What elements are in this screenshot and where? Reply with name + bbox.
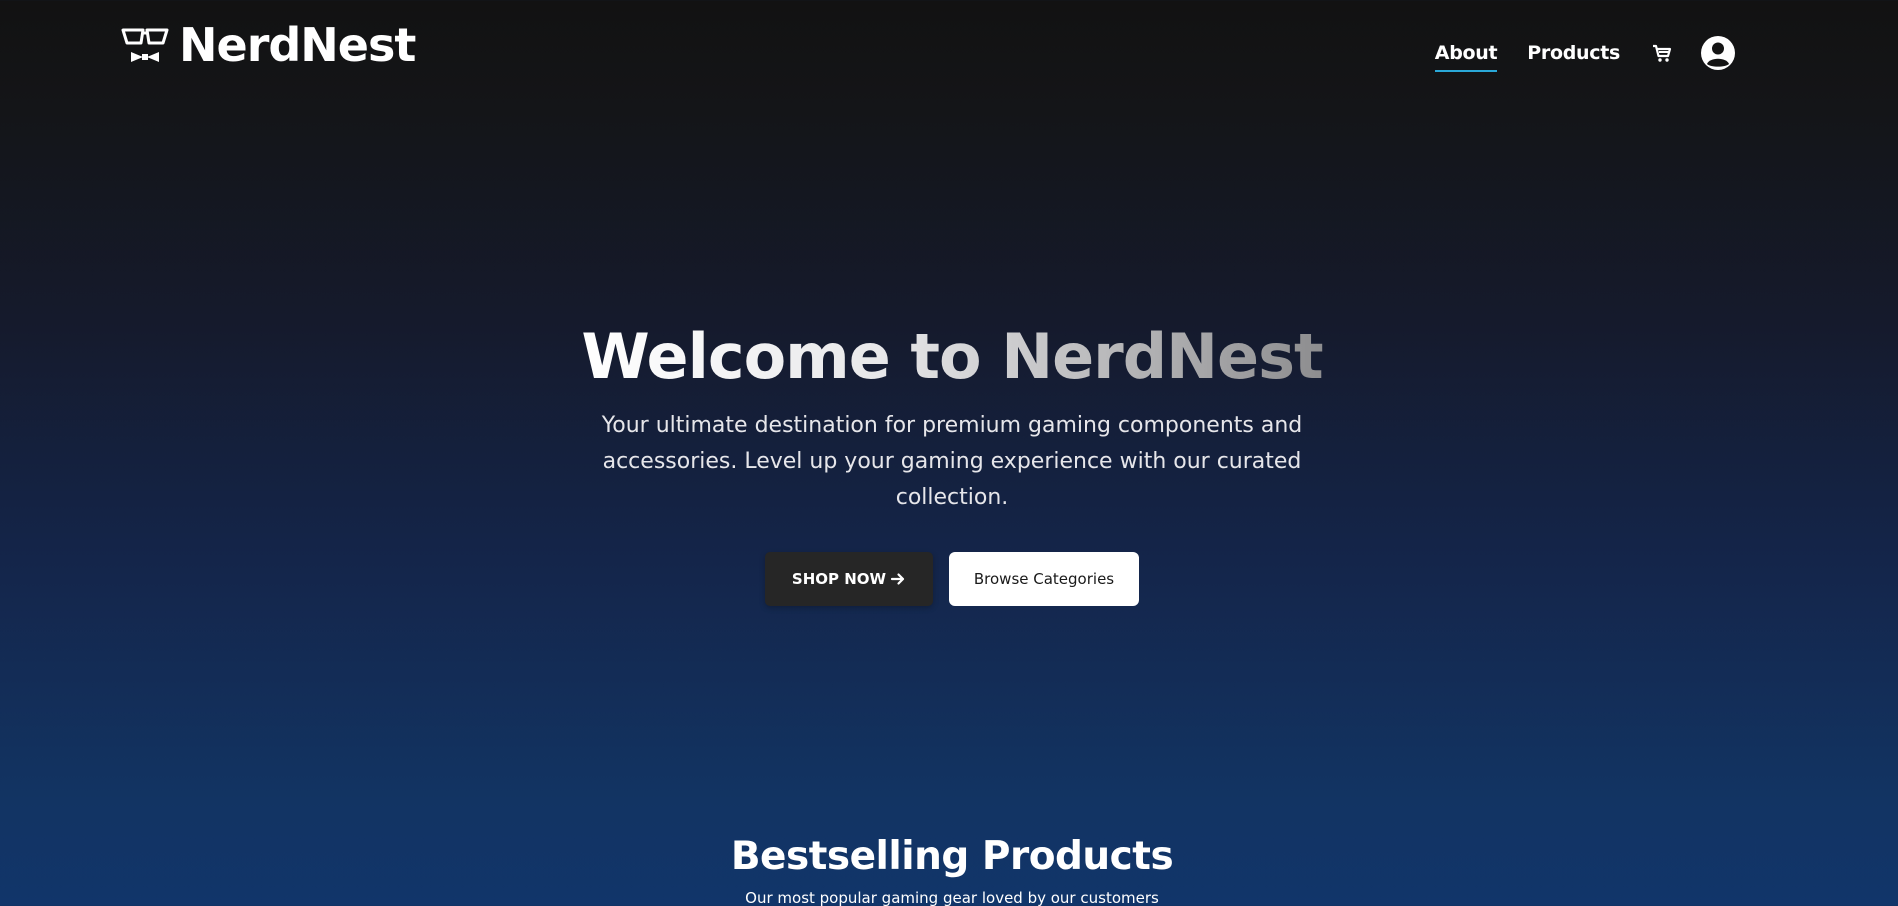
brand-name: NerdNest: [179, 18, 416, 72]
nav-links: About Products: [1434, 33, 1736, 73]
brand-link[interactable]: NerdNest: [121, 18, 416, 72]
hero-subtitle: Your ultimate destination for premium ga…: [601, 413, 1303, 511]
bestselling-subtitle: Our most popular gaming gear loved by ou…: [745, 889, 1159, 906]
user-account-icon: [1701, 36, 1735, 70]
bestselling-title: Bestselling Products: [730, 834, 1174, 879]
hero-section: Welcome to NerdNest Your ultimate destin…: [0, 320, 1898, 607]
nav-link-products[interactable]: Products: [1527, 42, 1620, 64]
nerd-glasses-bowtie-icon: [121, 28, 169, 62]
arrow-right-icon: [890, 573, 905, 585]
navbar: NerdNest About Products: [0, 0, 1898, 106]
account-button[interactable]: [1700, 35, 1736, 71]
bestselling-section: Bestselling Products Our most popular ga…: [0, 833, 1898, 906]
nav-link-about[interactable]: About: [1434, 42, 1498, 72]
browse-categories-button[interactable]: Browse Categories: [949, 552, 1139, 607]
cart-button[interactable]: [1650, 41, 1674, 65]
hero-actions: SHOP NOW Browse Categories: [0, 552, 1898, 607]
shop-now-label: SHOP NOW: [791, 570, 887, 589]
cart-icon: [1653, 44, 1672, 62]
shop-now-button[interactable]: SHOP NOW: [765, 552, 933, 607]
hero-title: Welcome to NerdNest: [581, 320, 1323, 393]
